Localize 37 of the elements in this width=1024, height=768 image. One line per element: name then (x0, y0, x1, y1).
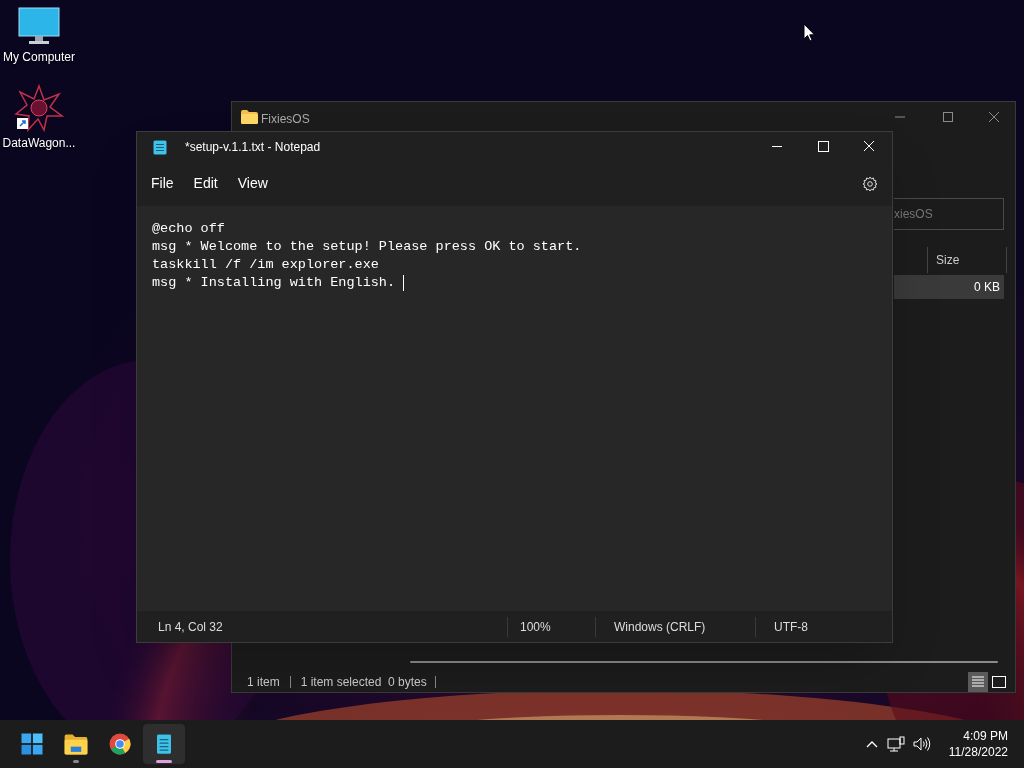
taskbar-button[interactable] (143, 724, 185, 764)
network-icon[interactable] (886, 736, 905, 752)
settings-icon[interactable] (862, 175, 878, 192)
status-text: Ln 4, Col 32 (157, 618, 224, 636)
desktop-icon-label[interactable]: DataWagon... (2, 134, 76, 152)
menu-item[interactable]: File (141, 169, 184, 198)
running-indicator (73, 760, 79, 763)
clock-date[interactable]: 11/28/2022 (948, 744, 1008, 760)
text-cursor (403, 275, 405, 291)
table-cell[interactable]: 0 KB (894, 275, 1004, 299)
volume-icon[interactable] (912, 736, 931, 752)
desktop-icon-label[interactable]: My Computer (3, 48, 75, 66)
menu-item[interactable]: View (227, 169, 278, 198)
mouse-pointer-icon (803, 23, 816, 42)
column-header[interactable]: Size (927, 247, 1007, 273)
monitor-icon[interactable] (17, 6, 61, 46)
code-line: @echo off (152, 220, 225, 238)
window-title: FixiesOS (261, 111, 310, 128)
folder-icon (241, 110, 258, 124)
status-text: UTF-8 (755, 616, 875, 637)
close-icon[interactable] (989, 112, 999, 122)
code-line: msg * Installing with English. (152, 274, 396, 292)
search-field[interactable]: xiesOS (894, 198, 1004, 230)
code-line: msg * Welcome to the setup! Please press OK to start. (152, 238, 582, 256)
text-area[interactable]: @echo off msg * Welcome to the setup! Please press OK to start. taskkill /f /im explorer.exe msg * Installing with English. (137, 206, 892, 611)
status-text: Windows (CRLF) (595, 616, 755, 637)
scroll-bar[interactable] (410, 661, 998, 663)
clock-time[interactable]: 4:09 PM (963, 728, 1008, 744)
window-title: *setup-v.1.1.txt - Notepad (185, 138, 321, 156)
code-line: taskkill /f /im explorer.exe (152, 256, 379, 274)
menu-item[interactable]: Edit (183, 169, 228, 198)
status-text: 100% (507, 616, 595, 637)
notepad-icon (153, 138, 167, 155)
status-text: 1 item (247, 676, 291, 688)
status-text: 1 item selected 0 bytes (300, 676, 436, 688)
star-pattern-icon[interactable] (14, 84, 64, 132)
running-indicator (156, 760, 172, 763)
